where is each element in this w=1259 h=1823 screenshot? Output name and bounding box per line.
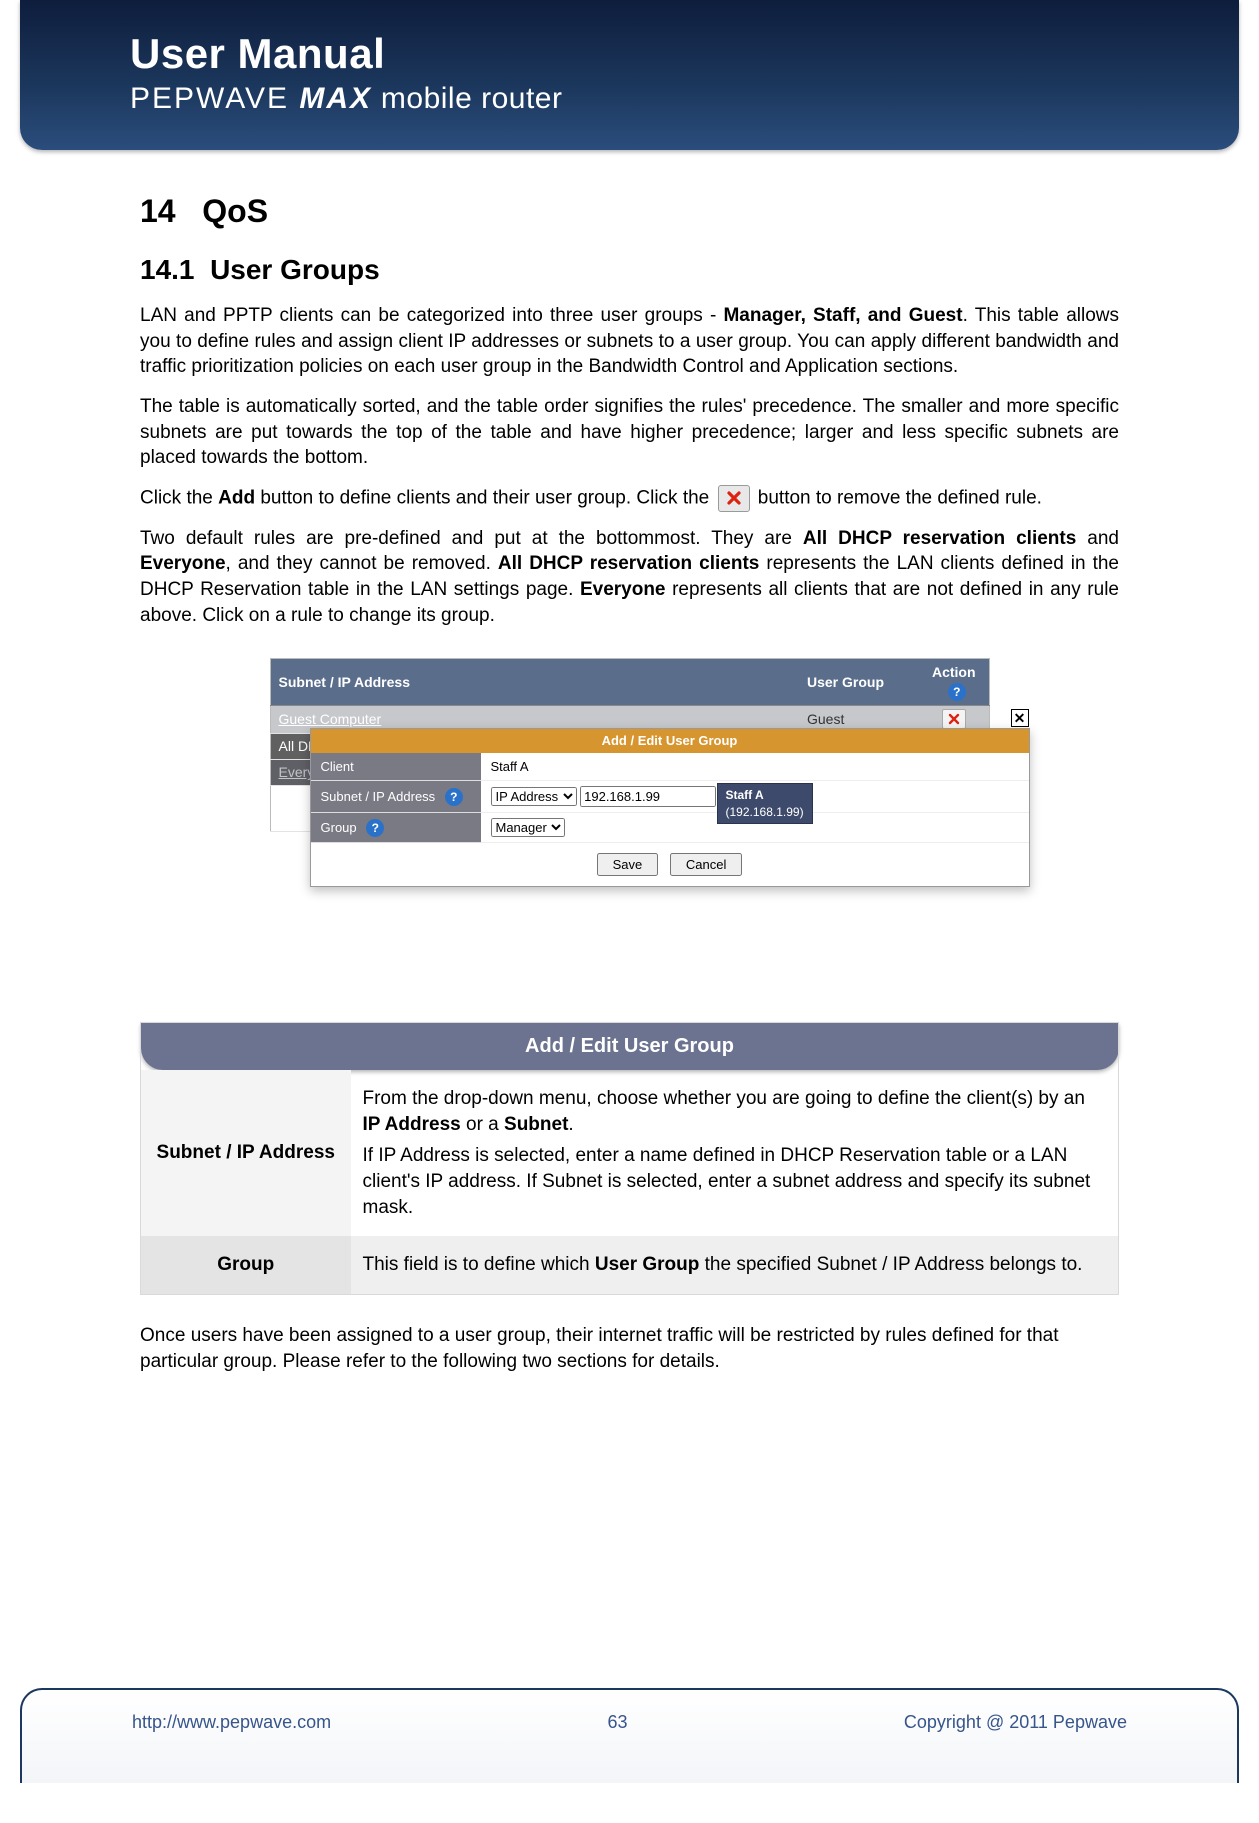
paragraph: Once users have been assigned to a user … — [140, 1323, 1119, 1374]
paragraph: Two default rules are pre-defined and pu… — [140, 526, 1119, 629]
col-action-header: Action ? — [919, 659, 989, 706]
cancel-button[interactable]: Cancel — [670, 853, 742, 876]
close-button[interactable]: ✕ — [1011, 709, 1029, 727]
definition-table: Add / Edit User Group Subnet / IP Addres… — [140, 1022, 1119, 1295]
page-footer: http://www.pepwave.com 63 Copyright @ 20… — [20, 1688, 1239, 1783]
subnet-label: Subnet / IP Address ? — [311, 781, 481, 813]
page-content: 14 QoS 14.1 User Groups LAN and PPTP cli… — [0, 150, 1259, 1688]
client-value: Staff A — [481, 753, 1029, 781]
ip-address-input[interactable] — [580, 786, 716, 807]
col-group-header: User Group — [799, 659, 919, 706]
footer-copyright: Copyright @ 2011 Pepwave — [904, 1712, 1127, 1733]
help-icon[interactable]: ? — [366, 819, 384, 837]
client-label: Client — [311, 753, 481, 781]
ui-screenshot: Subnet / IP Address User Group Action ? … — [270, 658, 990, 982]
footer-page-number: 63 — [607, 1712, 627, 1733]
group-select[interactable]: Manager — [491, 818, 565, 837]
page-header: User Manual PEPWAVE MAX mobile router — [20, 0, 1239, 150]
delete-row-button[interactable] — [942, 709, 966, 729]
chapter-heading: 14 QoS — [140, 190, 1119, 233]
def-table-header: Add / Edit User Group — [141, 1023, 1119, 1071]
footer-url: http://www.pepwave.com — [132, 1712, 331, 1733]
def-row-label: Subnet / IP Address — [141, 1070, 351, 1236]
def-row-desc: From the drop-down menu, choose whether … — [351, 1070, 1119, 1236]
def-row-desc: This field is to define which User Group… — [351, 1236, 1119, 1294]
delete-icon — [718, 485, 750, 512]
add-edit-dialog: ✕ Add / Edit User Group Client Staff A S… — [310, 728, 1030, 887]
subnet-type-select[interactable]: IP Address — [491, 787, 577, 806]
doc-subtitle: PEPWAVE MAX mobile router — [130, 82, 1129, 116]
paragraph: The table is automatically sorted, and t… — [140, 394, 1119, 471]
doc-title: User Manual — [130, 30, 1129, 78]
section-heading: 14.1 User Groups — [140, 251, 1119, 289]
ip-tooltip: Staff A (192.168.1.99) — [717, 783, 813, 823]
help-icon[interactable]: ? — [948, 683, 966, 701]
dialog-title: Add / Edit User Group — [311, 729, 1029, 753]
group-label: Group ? — [311, 813, 481, 843]
save-button[interactable]: Save — [597, 853, 659, 876]
help-icon[interactable]: ? — [445, 788, 463, 806]
def-row-label: Group — [141, 1236, 351, 1294]
col-subnet-header: Subnet / IP Address — [270, 659, 799, 706]
paragraph: LAN and PPTP clients can be categorized … — [140, 303, 1119, 380]
paragraph: Click the Add button to define clients a… — [140, 485, 1119, 512]
